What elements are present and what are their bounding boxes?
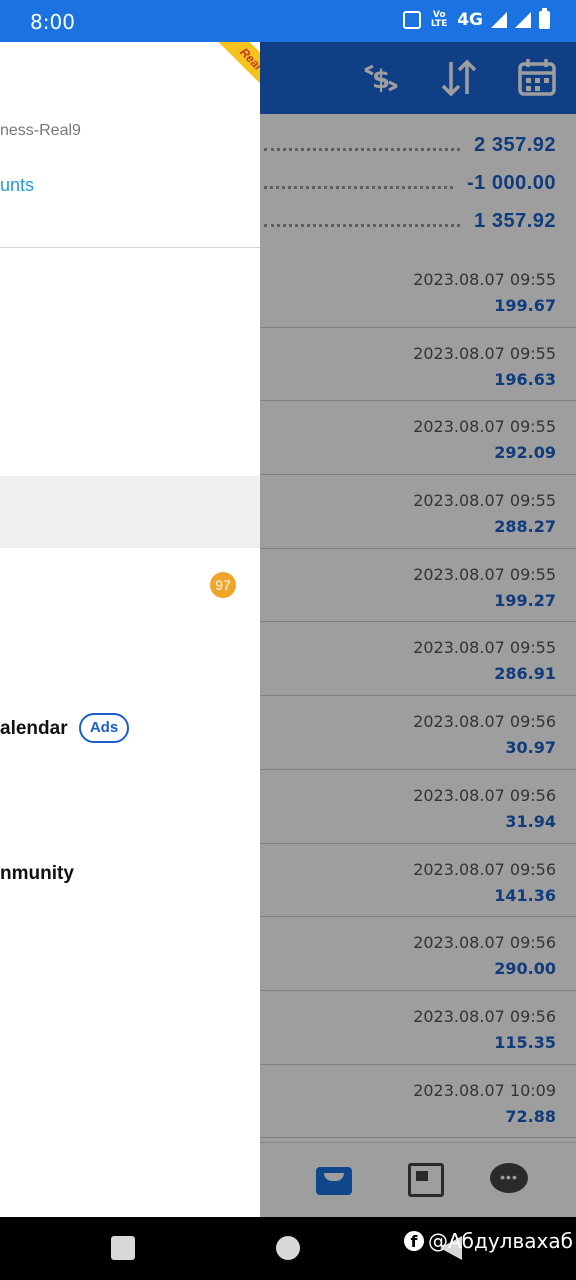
network-type: 4G — [457, 10, 483, 30]
manage-accounts-link[interactable]: unts — [0, 175, 34, 196]
signal-icon — [491, 12, 507, 28]
vibrate-icon — [403, 11, 422, 29]
signal-icon-2 — [515, 12, 531, 28]
recents-button[interactable] — [111, 1236, 135, 1260]
account-name: ness-Real9 — [0, 122, 81, 139]
ads-badge: Ads — [79, 713, 129, 743]
drawer-item-community[interactable]: nmunity — [0, 863, 74, 885]
watermark: f @Абдулвахаб — [404, 1229, 573, 1253]
watermark-text: @Абдулвахаб — [428, 1229, 573, 1253]
real-account-ribbon: Real — [211, 42, 260, 99]
drawer-item-selected[interactable] — [0, 476, 260, 548]
battery-icon — [539, 8, 550, 29]
navigation-drawer: Real ness-Real9 unts 97 alendar Ads nmun… — [0, 42, 260, 1217]
status-time: 8:00 — [30, 10, 75, 34]
divider — [0, 247, 260, 248]
home-button[interactable] — [276, 1236, 300, 1260]
volte-icon: Vo LTE — [430, 10, 448, 29]
status-bar: 8:00 Vo LTE 4G — [0, 0, 576, 42]
status-icons: Vo LTE 4G — [403, 8, 550, 30]
mailbox-badge: 97 — [210, 572, 236, 598]
facebook-icon: f — [404, 1231, 424, 1251]
drawer-item-economic-calendar[interactable]: alendar — [0, 718, 68, 740]
